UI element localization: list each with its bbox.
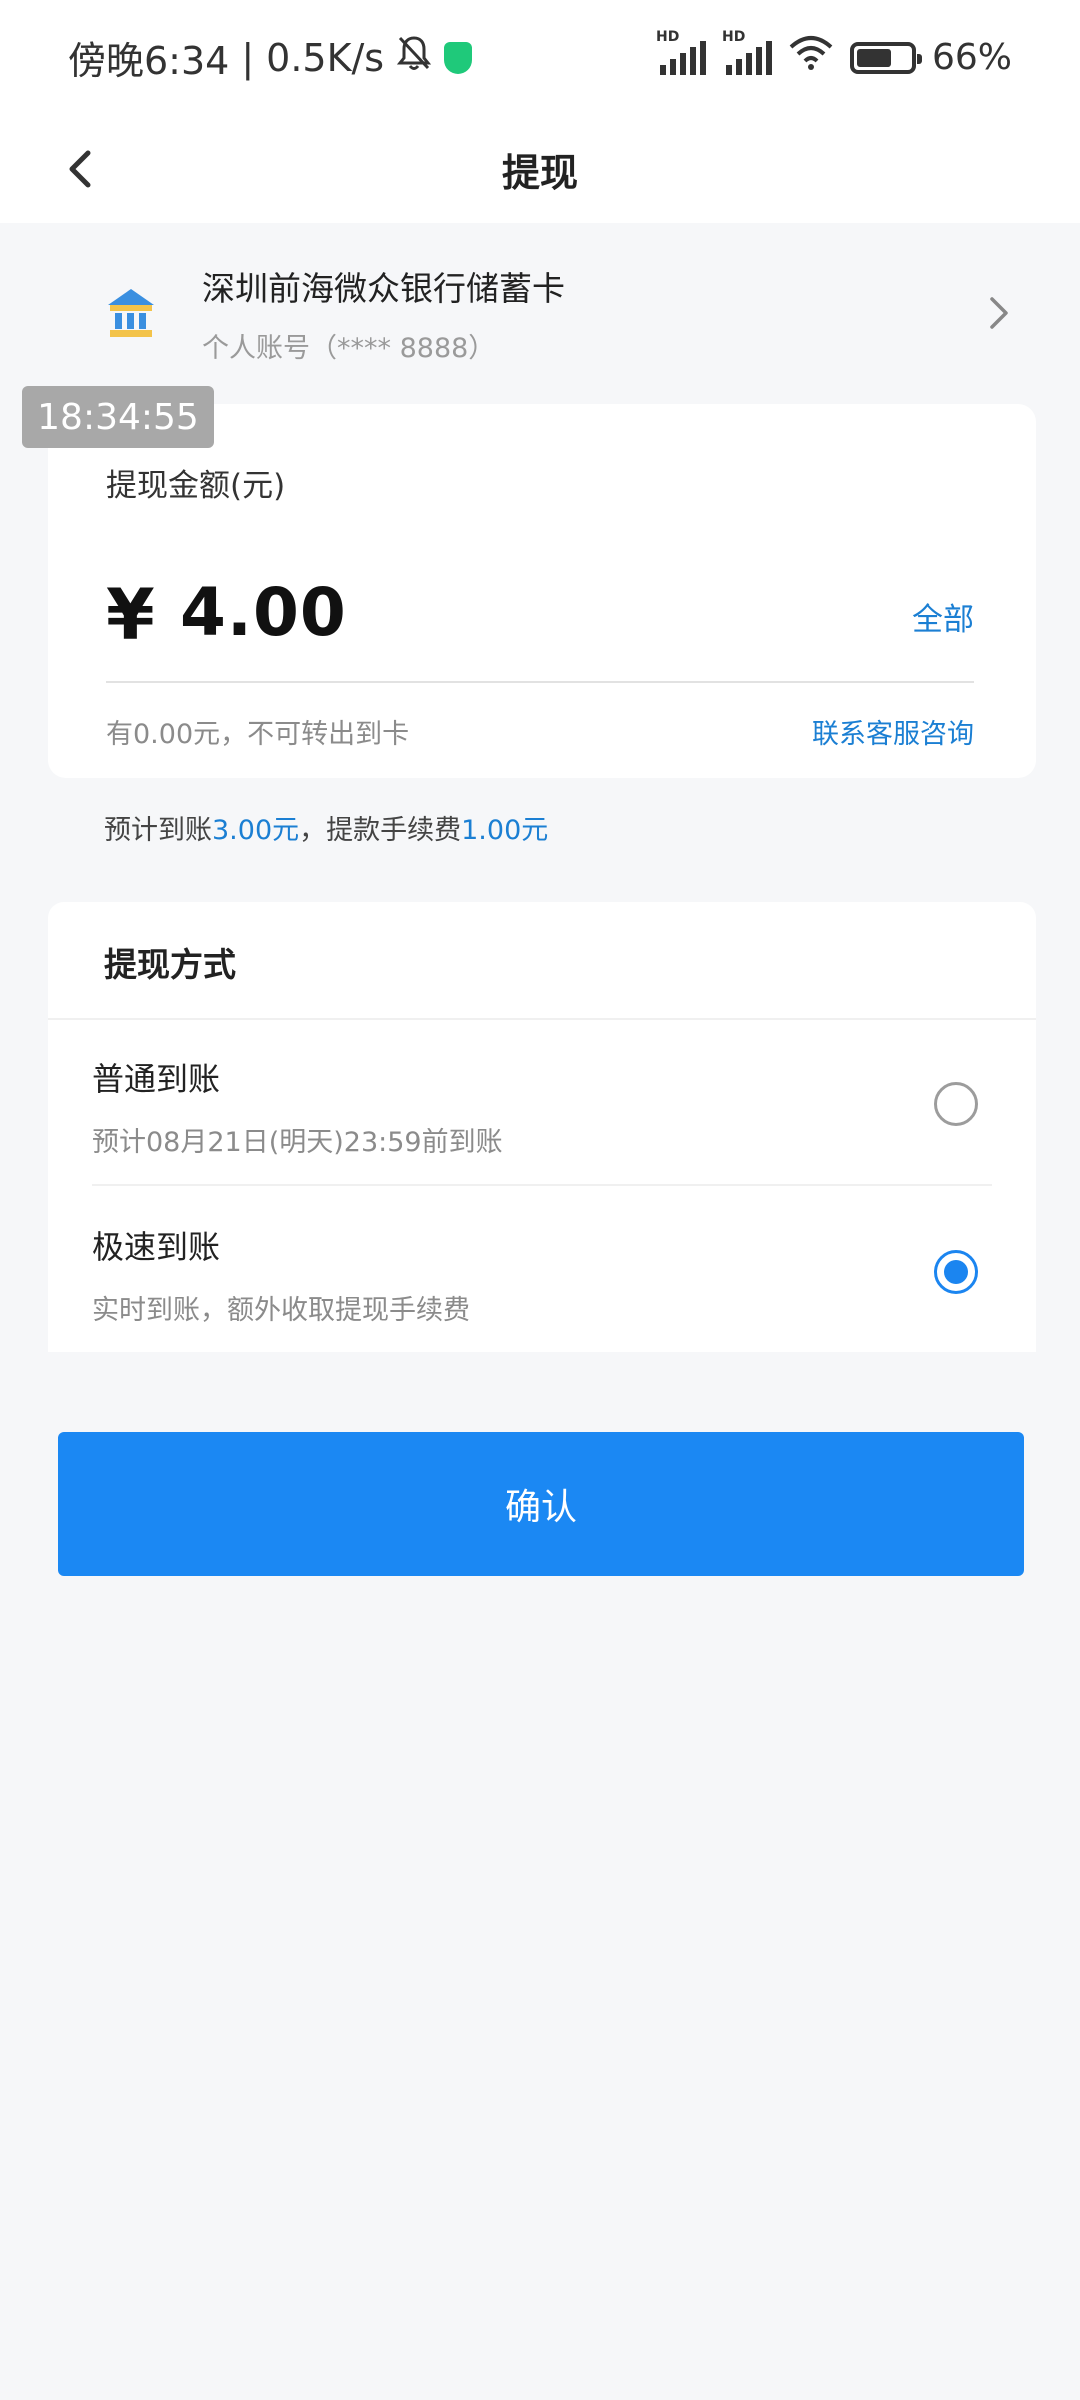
- method-option-name: 普通到账: [92, 1060, 221, 1098]
- customer-service-link[interactable]: 联系客服咨询: [812, 712, 974, 751]
- amount-input[interactable]: 4.00: [180, 574, 347, 651]
- bank-account: 个人账号（**** 8888）: [202, 332, 496, 364]
- bank-name: 深圳前海微众银行储蓄卡: [202, 268, 565, 308]
- amount-divider: [106, 681, 974, 683]
- back-arrow-icon[interactable]: [62, 147, 98, 191]
- status-separator: |: [241, 35, 255, 80]
- chevron-right-icon: [986, 293, 1012, 333]
- status-time: 傍晚6:34: [68, 39, 230, 83]
- battery-percent: 66%: [931, 37, 1012, 78]
- method-option-fast[interactable]: 极速到账 实时到账，额外收取提现手续费: [92, 1188, 992, 1354]
- confirm-button[interactable]: 确认: [58, 1432, 1024, 1576]
- method-option-name: 极速到账: [92, 1228, 221, 1266]
- method-option-desc: 预计08月21日(明天)23:59前到账: [92, 1127, 503, 1158]
- estimate-arrive-amount: 3.00元: [212, 815, 300, 846]
- bank-icon: [106, 287, 156, 339]
- method-title: 提现方式: [104, 945, 236, 984]
- method-option-divider: [92, 1184, 992, 1186]
- signal-hd-icon-2: HD: [722, 29, 772, 75]
- radio-normal[interactable]: [934, 1082, 978, 1126]
- timestamp-overlay: 18:34:55: [22, 386, 214, 448]
- withdraw-method-card: 提现方式 普通到账 预计08月21日(明天)23:59前到账 极速到账 实时到账…: [48, 902, 1036, 1352]
- amount-label: 提现金额(元): [106, 468, 286, 504]
- bell-muted-icon: [396, 34, 432, 81]
- wifi-icon: [788, 35, 834, 81]
- nav-bar: 提现: [0, 115, 1080, 223]
- amount-card: 提现金额(元) ¥ 4.00 全部 有0.00元，不可转出到卡 联系客服咨询: [48, 404, 1036, 778]
- currency-symbol: ¥: [106, 574, 155, 656]
- withdraw-all-link[interactable]: 全部: [912, 594, 974, 639]
- shield-icon: [444, 41, 473, 74]
- signal-hd-icon-1: HD: [656, 29, 706, 75]
- estimate-line: 预计到账3.00元，提款手续费1.00元: [104, 808, 548, 847]
- bank-card-selector[interactable]: 深圳前海微众银行储蓄卡 个人账号（**** 8888）: [0, 223, 1080, 403]
- estimate-prefix: 预计到账: [104, 815, 212, 846]
- amount-note: 有0.00元，不可转出到卡: [106, 719, 410, 750]
- page-title: 提现: [501, 150, 578, 195]
- method-option-desc: 实时到账，额外收取提现手续费: [92, 1295, 470, 1326]
- radio-fast[interactable]: [934, 1250, 978, 1294]
- battery-fill: [856, 48, 891, 67]
- bank-text: 深圳前海微众银行储蓄卡 个人账号（**** 8888）: [202, 262, 565, 365]
- status-right: HD HD 66%: [656, 29, 1012, 81]
- status-speed: 0.5K/s: [266, 35, 385, 80]
- estimate-middle: ，提款手续费: [299, 815, 462, 846]
- battery-icon: [849, 41, 922, 74]
- status-left: 傍晚6:34 | 0.5K/s: [68, 30, 473, 85]
- withdraw-page: 傍晚6:34 | 0.5K/s HD HD 66% 提现 深圳前海微众银行储蓄卡…: [0, 0, 1080, 2400]
- method-option-normal[interactable]: 普通到账 预计08月21日(明天)23:59前到账: [92, 1020, 992, 1186]
- status-bar: 傍晚6:34 | 0.5K/s HD HD 66%: [0, 0, 1080, 115]
- estimate-fee-amount: 1.00元: [461, 815, 549, 846]
